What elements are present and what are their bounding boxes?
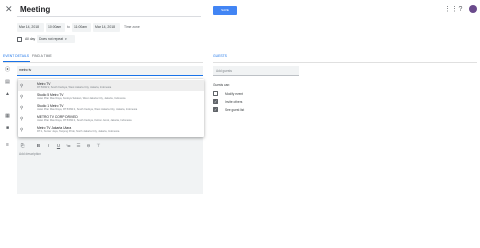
suggestion-item[interactable]: ⚲ Metro TV Jakarta Utara RT.1, Sunter Ja…	[18, 124, 204, 135]
map-pin-icon: ⚲	[20, 105, 24, 110]
map-pin-icon: ⚲	[20, 116, 24, 121]
close-icon[interactable]: ✕	[5, 5, 14, 14]
location-pin-icon: ⦿	[5, 67, 11, 73]
event-title-text: Meeting	[20, 5, 51, 14]
description-placeholder: Add description	[19, 152, 41, 156]
suggestion-name: Studio 5 Metro TV	[37, 92, 64, 97]
tabs-divider-left	[3, 62, 203, 63]
suggestion-name: Studio 1 Metro TV	[37, 103, 64, 108]
tab-find-a-time[interactable]: FIND A TIME	[32, 54, 52, 58]
suggestion-address: RT.5/RW.2, South Kedoya, West Jakarta Ci…	[37, 86, 112, 89]
suggestion-address: RT.1, Sunter Jaya, Tanjung Priok, North …	[37, 130, 120, 133]
save-button[interactable]: SAVE	[213, 6, 237, 15]
suggestion-address: Jalan Pilar Mas Raya, Kedoya Selatan, We…	[37, 97, 126, 100]
guest-permissions-label: Guests can:	[213, 83, 231, 87]
suggestion-item[interactable]: ⚲ Studio 1 Metro TV Jalan Pilar Mas Raya…	[18, 102, 204, 113]
time-zone-link[interactable]: Time zone	[124, 23, 140, 32]
add-guests-input[interactable]: Add guests	[213, 66, 299, 76]
remove-formatting-icon[interactable]: ⊤	[96, 143, 101, 148]
see-guest-list-label: See guest list	[225, 108, 245, 112]
invite-others-label: Invite others	[225, 100, 243, 104]
suggestion-item[interactable]: ⚲ Studio 5 Metro TV Jalan Pilar Mas Raya…	[18, 91, 204, 102]
repeat-dropdown[interactable]: Does not repeat ▾	[37, 35, 75, 43]
end-date-chip[interactable]: Mar 14, 2018	[93, 23, 120, 32]
all-day-checkbox[interactable]	[17, 37, 22, 42]
repeat-value: Does not repeat	[39, 37, 64, 41]
description-icon: ≡	[6, 142, 9, 148]
location-value: metro tv	[19, 68, 32, 72]
numbered-list-icon[interactable]: ≔	[66, 143, 71, 148]
tab-guests: GUESTS	[213, 54, 227, 58]
notification-bell-icon: ▲	[5, 91, 10, 97]
suggestion-address: Jalan Pilar Mas Raya, RT.5/RW.2, South K…	[37, 119, 132, 122]
avatar[interactable]	[469, 5, 477, 13]
map-pin-icon: ⚲	[20, 94, 24, 99]
bulleted-list-icon[interactable]: ☰	[76, 143, 81, 148]
location-input[interactable]: metro tv	[17, 66, 203, 76]
to-label: to	[67, 25, 70, 29]
video-conference-icon: ▤	[5, 79, 10, 85]
italic-icon[interactable]: I	[46, 143, 51, 148]
permission-modify-event[interactable]: Modify event	[213, 91, 273, 97]
invite-others-checkbox[interactable]: ✓	[213, 99, 218, 104]
apps-grid-icon[interactable]: ⋮⋮	[444, 6, 458, 13]
bold-icon[interactable]: B	[36, 143, 41, 148]
suggestion-item[interactable]: ⚲ Metro TV RT.5/RW.2, South Kedoya, West…	[18, 80, 204, 91]
suggestion-name: METRO TV CORP DRIVED	[37, 114, 78, 119]
underline-icon[interactable]: U	[56, 143, 61, 148]
start-date-chip[interactable]: Mar 14, 2018	[17, 23, 44, 32]
start-time-chip[interactable]: 10:00am	[46, 23, 65, 32]
help-icon[interactable]: ?	[457, 6, 464, 13]
end-time-chip[interactable]: 11:00am	[72, 23, 91, 32]
suggestion-name: Metro TV	[37, 81, 51, 86]
all-day-label: All day	[25, 37, 36, 41]
tabs-divider-right	[213, 62, 477, 63]
attachment-icon[interactable]: ⎘	[20, 143, 25, 148]
busy-briefcase-icon: ■	[5, 125, 10, 131]
link-icon[interactable]: ⊖	[86, 143, 91, 148]
modify-event-checkbox[interactable]	[213, 91, 218, 96]
calendar-color-icon: ▦	[5, 113, 10, 119]
permission-invite-others[interactable]: ✓ Invite others	[213, 99, 273, 105]
location-suggestions-dropdown: ⚲ Metro TV RT.5/RW.2, South Kedoya, West…	[18, 79, 204, 137]
map-pin-icon: ⚲	[20, 83, 24, 88]
suggestion-item[interactable]: ⚲ METRO TV CORP DRIVED Jalan Pilar Mas R…	[18, 113, 204, 124]
see-guest-list-checkbox[interactable]: ✓	[213, 107, 218, 112]
chevron-down-icon: ▾	[65, 37, 67, 41]
suggestion-name: Metro TV Jakarta Utara	[37, 125, 72, 130]
event-title-input[interactable]: Meeting	[17, 4, 201, 17]
add-guests-placeholder: Add guests	[216, 68, 232, 73]
suggestion-address: Jalan Pilar Mas Raya, RT.5/RW.2, South K…	[37, 108, 138, 111]
tab-event-details[interactable]: EVENT DETAILS	[3, 54, 29, 58]
map-pin-icon: ⚲	[20, 127, 24, 132]
modify-event-label: Modify event	[225, 92, 244, 96]
permission-see-guest-list[interactable]: ✓ See guest list	[213, 107, 273, 113]
